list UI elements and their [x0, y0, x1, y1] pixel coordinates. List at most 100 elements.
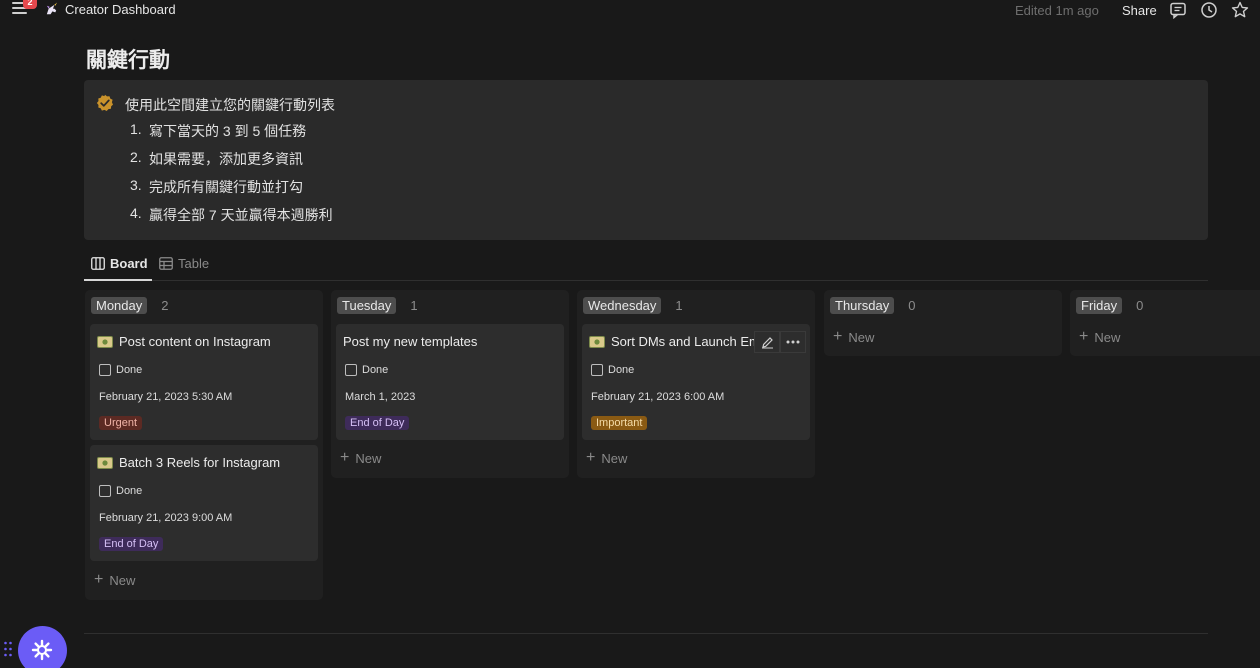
done-checkbox[interactable]: Done — [99, 485, 142, 497]
step-number: 3. — [130, 177, 142, 193]
column-name: Wednesday — [583, 297, 662, 314]
edit-button[interactable] — [754, 331, 780, 353]
checkbox-icon — [99, 485, 111, 497]
new-label: New — [355, 450, 382, 466]
column-count: 0 — [908, 298, 916, 313]
done-label: Done — [608, 364, 635, 376]
breadcrumb-label: Creator Dashboard — [65, 2, 176, 17]
page-title: 關鍵行動 — [86, 49, 170, 72]
done-label: Done — [116, 364, 143, 376]
checkbox-icon — [345, 364, 357, 376]
board-column-wednesday: Wednesday 1 Sort DMs and Launch Em Done … — [577, 290, 815, 478]
top-bar: 2 Creator Dashboard Edited 1m ago Share — [0, 0, 1260, 22]
card-title: Post my new templates — [343, 334, 553, 349]
new-card-button[interactable]: + New — [833, 329, 874, 345]
column-header: Wednesday 1 — [583, 297, 683, 314]
card-date: February 21, 2023 6:00 AM — [591, 391, 725, 403]
view-tabs: Board Table — [84, 252, 1208, 281]
column-header: Friday 0 — [1076, 297, 1143, 314]
unicorn-icon — [46, 2, 58, 15]
new-card-button[interactable]: + New — [340, 450, 381, 466]
money-icon — [97, 456, 113, 469]
list-item: 4. 贏得全部 7 天並贏得本週勝利 — [130, 205, 333, 233]
pencil-icon — [761, 336, 773, 348]
plus-icon: + — [340, 449, 350, 466]
board-column-tuesday: Tuesday 1 Post my new templates Done Mar… — [331, 290, 569, 478]
sparkle-icon — [31, 639, 53, 661]
share-button[interactable]: Share — [1122, 3, 1157, 18]
step-text: 寫下當天的 3 到 5 個任務 — [149, 123, 307, 139]
steps-list: 1. 寫下當天的 3 到 5 個任務 2. 如果需要，添加更多資訊 3. 完成所有關鍵… — [130, 121, 333, 233]
board-view-icon — [91, 257, 105, 270]
new-label: New — [848, 329, 875, 345]
new-card-button[interactable]: + New — [586, 450, 627, 466]
column-count: 0 — [1136, 298, 1144, 313]
step-text: 如果需要，添加更多資訊 — [149, 151, 303, 167]
column-header: Thursday 0 — [830, 297, 915, 314]
instructions-callout: 使用此空間建立您的關鍵行動列表 1. 寫下當天的 3 到 5 個任務 2. 如果需要… — [84, 80, 1208, 240]
task-card[interactable]: Post my new templates Done March 1, 2023… — [336, 324, 564, 440]
card-title-text: Batch 3 Reels for Instagram — [119, 455, 281, 470]
plus-icon: + — [94, 571, 104, 588]
active-tab-indicator — [84, 279, 152, 281]
card-date: March 1, 2023 — [345, 391, 416, 403]
more-icon — [786, 340, 800, 344]
clock-history-icon[interactable] — [1200, 1, 1218, 19]
column-count: 2 — [161, 298, 169, 313]
tab-board[interactable]: Board — [91, 256, 148, 271]
tab-table[interactable]: Table — [159, 256, 209, 271]
drag-handle-icon[interactable] — [3, 640, 13, 658]
tab-table-label: Table — [178, 256, 210, 271]
breadcrumb[interactable]: Creator Dashboard — [44, 2, 176, 17]
new-label: New — [109, 572, 136, 588]
status-badge: Urgent — [99, 416, 143, 430]
done-checkbox[interactable]: Done — [99, 364, 142, 376]
task-card[interactable]: Sort DMs and Launch Em Done February 21,… — [582, 324, 810, 440]
verified-check-icon — [96, 94, 113, 111]
card-date: February 21, 2023 5:30 AM — [99, 391, 233, 403]
plus-icon: + — [1079, 328, 1089, 345]
notification-badge: 2 — [23, 0, 37, 9]
card-title: Post content on Instagram — [97, 334, 307, 349]
assistant-fab-button[interactable] — [18, 626, 67, 668]
card-date: February 21, 2023 9:00 AM — [99, 512, 233, 524]
list-item: 3. 完成所有關鍵行動並打勾 — [130, 177, 333, 205]
money-icon — [97, 335, 113, 348]
star-icon[interactable] — [1231, 1, 1249, 19]
list-item: 1. 寫下當天的 3 到 5 個任務 — [130, 121, 333, 149]
board-column-friday: Friday 0 + New — [1070, 290, 1260, 356]
more-options-button[interactable] — [780, 331, 806, 353]
table-view-icon — [159, 257, 173, 270]
edited-status: Edited 1m ago — [1015, 3, 1099, 18]
done-label: Done — [362, 364, 389, 376]
step-text: 完成所有關鍵行動並打勾 — [149, 179, 303, 195]
step-number: 2. — [130, 149, 142, 165]
status-badge: Important — [591, 416, 648, 430]
board-column-monday: Monday 2 Post content on Instagram Done … — [85, 290, 323, 600]
column-count: 1 — [410, 298, 418, 313]
tab-board-label: Board — [110, 256, 148, 271]
card-title: Sort DMs and Launch Em — [589, 334, 754, 349]
status-badge: End of Day — [345, 416, 410, 430]
step-number: 1. — [130, 121, 142, 137]
comment-icon[interactable] — [1169, 1, 1187, 19]
done-label: Done — [116, 485, 143, 497]
new-label: New — [601, 450, 628, 466]
task-card[interactable]: Batch 3 Reels for Instagram Done Februar… — [90, 445, 318, 561]
done-checkbox[interactable]: Done — [345, 364, 388, 376]
done-checkbox[interactable]: Done — [591, 364, 634, 376]
plus-icon: + — [586, 449, 596, 466]
card-title-text: Post my new templates — [343, 334, 478, 349]
step-text: 贏得全部 7 天並贏得本週勝利 — [149, 207, 333, 223]
new-card-button[interactable]: + New — [1079, 329, 1120, 345]
checkbox-icon — [591, 364, 603, 376]
money-icon — [589, 335, 605, 348]
column-count: 1 — [675, 298, 683, 313]
new-card-button[interactable]: + New — [94, 572, 135, 588]
section-divider — [84, 633, 1208, 634]
sidebar-menu-button[interactable]: 2 — [12, 0, 37, 18]
column-header: Tuesday 1 — [337, 297, 418, 314]
task-card[interactable]: Post content on Instagram Done February … — [90, 324, 318, 440]
list-item: 2. 如果需要，添加更多資訊 — [130, 149, 333, 177]
card-toolbar — [754, 331, 808, 353]
